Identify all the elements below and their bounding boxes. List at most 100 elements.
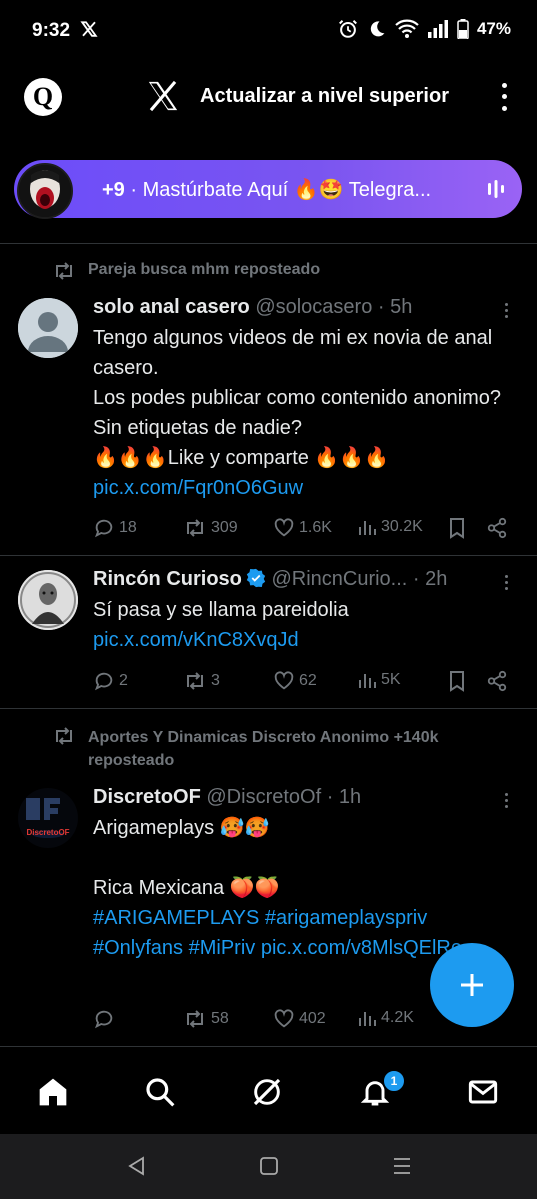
back-icon[interactable] [127,1156,147,1176]
repost-count: 3 [211,672,220,689]
status-icons: 47% [337,18,511,40]
tweet-actions: 2 3 62 5K [93,670,513,694]
tweet-link[interactable]: pic.x.com/Fqr0nO6Guw [93,477,303,499]
repost-context: Pareja busca mhm reposteado [52,261,320,281]
tweet-more-icon[interactable] [505,303,511,318]
like-count: 402 [299,1010,326,1027]
compose-button[interactable] [430,943,514,1027]
author-handle: @solocasero · 5h [255,296,413,318]
upgrade-link[interactable]: Actualizar a nivel superior [200,85,449,108]
tweet-text-content: Tengo algunos videos de mi ex novia de a… [93,327,502,469]
share-icon[interactable] [486,517,508,539]
tweet-text: Arigameplays 🥵🥵 Rica Mexicana 🍑🍑 #ARIGAM… [93,813,513,963]
search-icon [146,1078,175,1107]
heart-icon [274,1009,294,1028]
tweet-more-icon[interactable] [505,793,511,808]
repost-icon [56,727,72,745]
repost-icon [187,1010,203,1028]
nav-search[interactable] [143,1075,177,1109]
tweet-more-icon[interactable] [505,575,511,590]
share-icon[interactable] [486,670,508,692]
moon-icon [370,21,385,37]
spaces-host-avatar [17,163,73,219]
bookmark-icon[interactable] [447,670,467,692]
spaces-banner[interactable]: +9 · Mastúrbate Aquí 🔥🤩 Telegra... [14,160,522,219]
views-button[interactable]: 5K [357,670,401,690]
like-count: 1.6K [299,519,332,536]
repost-button[interactable]: 58 [183,1008,229,1030]
recents-icon[interactable] [392,1156,412,1176]
reply-count: 18 [119,519,137,536]
battery-percent: 47% [476,19,511,38]
profile-avatar[interactable]: Q [24,78,62,116]
nav-messages[interactable] [466,1075,500,1109]
avatar[interactable] [18,570,78,630]
x-notification-icon [80,21,98,37]
nav-home[interactable] [36,1075,70,1109]
repost-label: Pareja busca mhm reposteado [88,261,321,278]
grok-icon [253,1078,281,1106]
status-bar: 9:32 47% [0,0,537,62]
repost-context: Aportes Y Dinamicas Discreto Anonimo +14… [52,726,522,772]
wifi-icon [395,19,419,38]
views-button[interactable]: 30.2K [357,517,423,537]
repost-icon [56,262,72,280]
reply-button[interactable]: 2 [93,670,128,692]
tweet-body: solo anal casero @solocasero · 5h Tengo … [93,296,513,503]
like-button[interactable]: 402 [273,1008,326,1030]
repost-count: 309 [211,519,238,536]
verified-badge-icon [246,568,266,588]
tweet[interactable]: Pareja busca mhm reposteado solo anal ca… [0,244,537,555]
reply-button[interactable]: 18 [93,517,137,539]
like-count: 62 [299,672,317,689]
x-logo-icon [148,80,178,112]
more-options-icon[interactable] [494,80,514,114]
nav-grok[interactable] [250,1075,284,1109]
top-bar: Q Actualizar a nivel superior [0,62,537,132]
like-button[interactable]: 1.6K [273,517,332,539]
tweet-text: Sí pasa y se llama pareidolia pic.x.com/… [93,595,513,655]
views-count: 4.2K [381,1009,414,1026]
signal-icon [427,20,448,38]
heart-icon [274,671,294,690]
tweet-header: Rincón Curioso @RincnCurio... · 2h [93,568,513,591]
tweet[interactable]: Rincón Curioso @RincnCurio... · 2h Sí pa… [0,556,537,708]
alarm-icon [339,20,357,38]
repost-button[interactable]: 3 [183,670,220,692]
spaces-name: · Mastúrbate Aquí 🔥🤩 Telegra... [124,179,432,201]
reply-icon [94,1010,113,1029]
repost-count: 58 [211,1010,229,1027]
avatar[interactable]: DiscretoOF [18,788,78,848]
reply-count: 2 [119,672,128,689]
avatar[interactable] [18,298,78,358]
views-icon [359,674,376,688]
reply-button[interactable] [93,1008,115,1030]
spaces-title: +9 · Mastúrbate Aquí 🔥🤩 Telegra... [102,177,472,202]
views-count: 5K [381,671,401,688]
author-name[interactable]: Rincón Curioso [93,568,242,590]
notification-badge: 1 [382,1069,406,1093]
bookmark-icon[interactable] [447,517,467,539]
tweet-link[interactable]: pic.x.com/vKnC8XvqJd [93,629,299,651]
repost-icon [187,519,203,537]
bottom-nav: 1 [0,1046,537,1135]
tweet-body: DiscretoOF @DiscretoOf · 1h Arigameplays… [93,786,513,963]
views-button[interactable]: 4.2K [357,1008,414,1028]
tweet-header: solo anal casero @solocasero · 5h [93,296,513,319]
home-button-icon[interactable] [259,1156,279,1176]
battery-icon [457,19,469,39]
home-icon [39,1078,67,1106]
plus-icon [461,974,483,996]
author-name[interactable]: solo anal casero [93,296,250,318]
tweet-link[interactable]: #ARIGAMEPLAYS #arigameplayspriv #Onlyfan… [93,907,462,959]
reply-icon [94,672,113,691]
avatar-label: DiscretoOF [26,828,70,837]
spaces-listener-count: +9 [102,179,125,201]
like-button[interactable]: 62 [273,670,317,692]
views-icon [359,1012,376,1026]
author-handle: @RincnCurio... · 2h [271,568,448,590]
tweet-body: Rincón Curioso @RincnCurio... · 2h Sí pa… [93,568,513,655]
audio-wave-icon [488,180,504,198]
author-name[interactable]: DiscretoOF [93,786,201,808]
repost-button[interactable]: 309 [183,517,238,539]
